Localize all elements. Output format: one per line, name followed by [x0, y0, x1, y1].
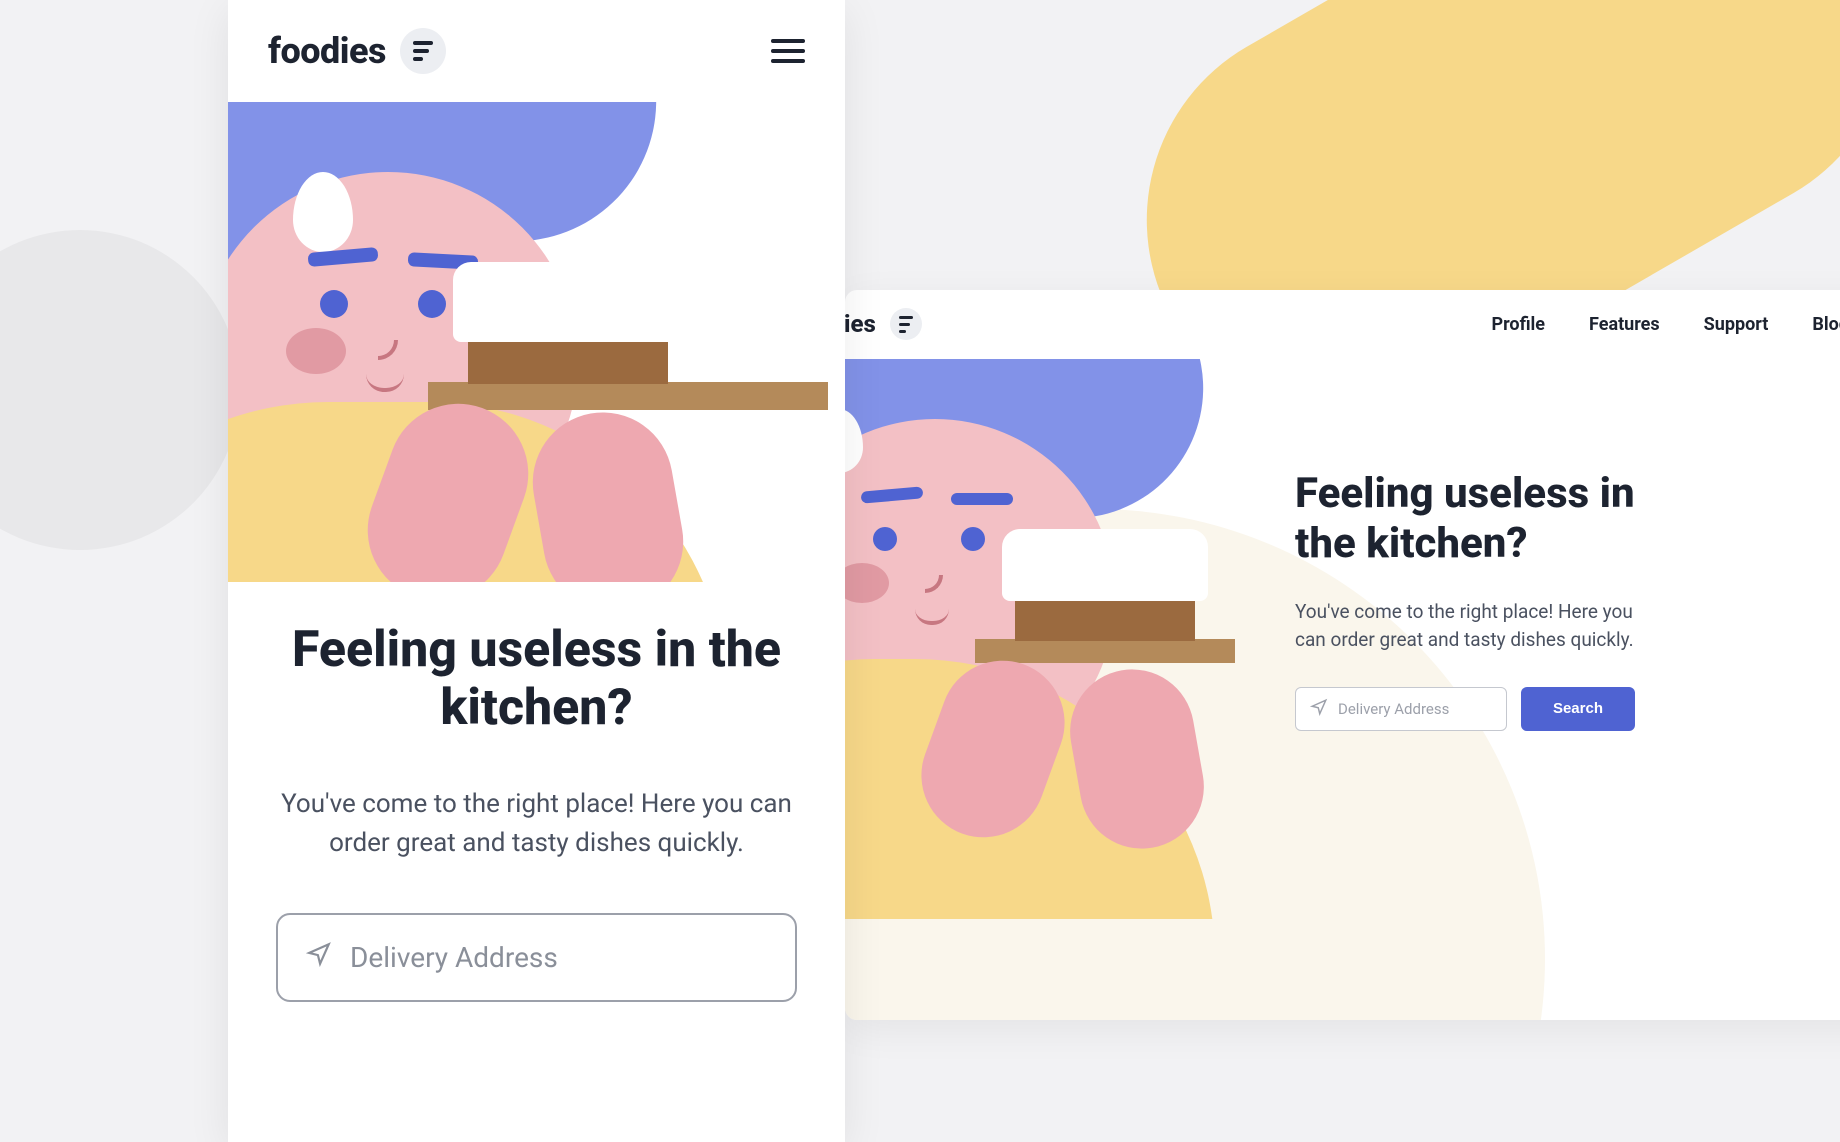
brand-logo[interactable]: odies [845, 308, 922, 340]
mobile-header: foodies [228, 0, 845, 102]
illustration-eye [961, 527, 985, 551]
illustration-eyebrow [951, 493, 1013, 505]
location-arrow-icon [1310, 698, 1328, 720]
illustration-eye [320, 290, 348, 318]
hamburger-menu-icon[interactable] [771, 39, 805, 63]
brand-text: foodies [268, 30, 386, 72]
hero-illustration [228, 102, 845, 582]
illustration-cake-icing [1002, 529, 1208, 601]
hero-illustration [845, 359, 1235, 919]
hero-heading: Feeling useless in the kitchen? [276, 622, 797, 737]
illustration-eye [873, 527, 897, 551]
nav-link-features[interactable]: Features [1589, 314, 1660, 335]
delivery-address-input[interactable]: Delivery Address [276, 913, 797, 1002]
location-arrow-icon [306, 941, 332, 974]
brand-text-partial: odies [845, 310, 876, 338]
desktop-mockup: odies Profile Features Support Blog Co [845, 290, 1840, 1020]
illustration-tray [975, 639, 1235, 663]
brand-mark-icon [400, 28, 446, 74]
primary-nav: Profile Features Support Blog Co [1491, 314, 1840, 335]
hero-subtext: You've come to the right place! Here you… [1295, 598, 1635, 655]
nav-link-support[interactable]: Support [1704, 314, 1769, 335]
delivery-address-input[interactable]: Delivery Address [1295, 687, 1507, 731]
input-placeholder: Delivery Address [350, 941, 558, 974]
desktop-hero-content: Feeling useless in the kitchen? You've c… [1235, 359, 1675, 1019]
search-row: Delivery Address Search [1295, 687, 1635, 731]
brand-mark-icon [890, 308, 922, 340]
illustration-cheek [286, 328, 346, 374]
illustration-tray [428, 382, 828, 410]
input-placeholder: Delivery Address [1338, 700, 1449, 718]
illustration-eye [418, 290, 446, 318]
mobile-mockup: foodies Feeling useless in the kitchen? … [228, 0, 845, 1142]
mobile-hero-content: Feeling useless in the kitchen? You've c… [228, 582, 845, 1042]
brand-logo[interactable]: foodies [268, 28, 446, 74]
nav-link-profile[interactable]: Profile [1491, 314, 1545, 335]
illustration-cake-icing [453, 262, 683, 342]
desktop-header: odies Profile Features Support Blog Co [845, 290, 1840, 359]
hero-subtext: You've come to the right place! Here you… [276, 785, 797, 863]
hero-heading: Feeling useless in the kitchen? [1295, 469, 1635, 570]
nav-link-blog[interactable]: Blog [1812, 314, 1840, 335]
desktop-hero: Feeling useless in the kitchen? You've c… [845, 359, 1840, 1019]
background-circle-decoration [0, 230, 240, 550]
search-button[interactable]: Search [1521, 687, 1635, 731]
